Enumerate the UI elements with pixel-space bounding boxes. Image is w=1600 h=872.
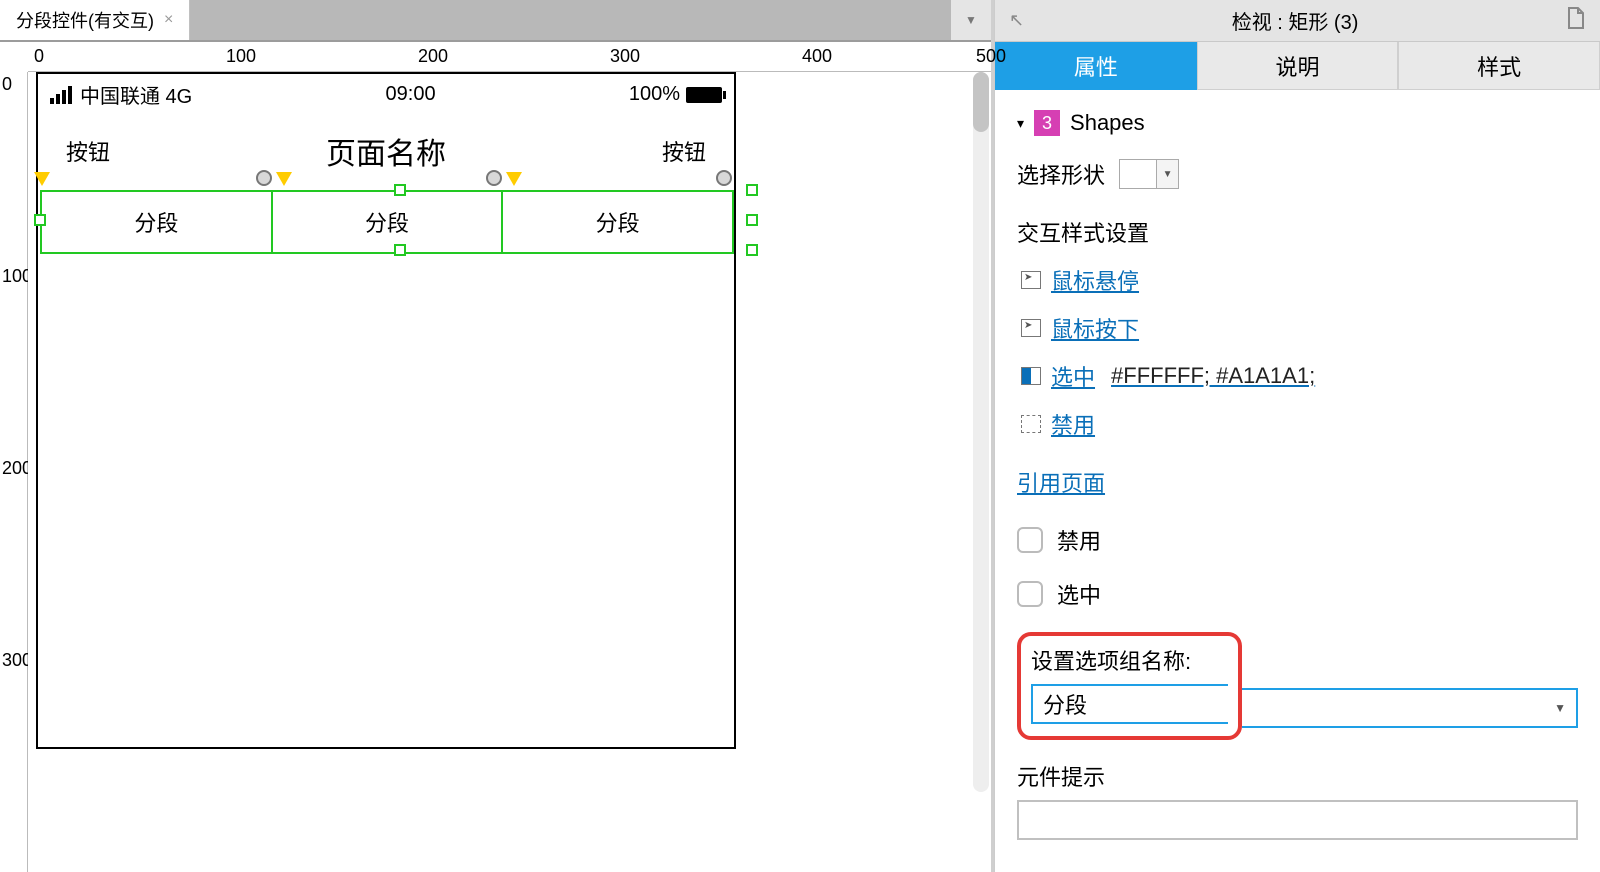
checkbox-selected[interactable] — [1017, 581, 1043, 607]
status-bar: 中国联通 4G 09:00 100% — [38, 74, 734, 115]
style-selected-link[interactable]: 选中 #FFFFFF; #A1A1A1; — [1021, 360, 1578, 392]
ruler-v-0: 0 — [2, 74, 12, 95]
inspector-panel: ↖ 检视 : 矩形 (3) 属性 说明 样式 ▾ 3 Shapes 选择形状 ▼ — [994, 0, 1600, 872]
nav-left-button[interactable]: 按钮 — [66, 135, 110, 167]
close-icon[interactable]: × — [164, 11, 173, 29]
group-name-label: 设置选项组名称: — [1031, 644, 1228, 676]
document-icon[interactable] — [1566, 7, 1586, 35]
scroll-thumb[interactable] — [973, 72, 989, 132]
checkbox-disabled-row[interactable]: 禁用 — [1017, 524, 1578, 556]
device-frame: 中国联通 4G 09:00 100% 按钮 页面名称 按钮 — [36, 72, 736, 749]
shape-dropdown[interactable]: ▼ — [1157, 159, 1179, 189]
guide-marker-icon — [34, 172, 50, 186]
guide-marker-icon — [506, 172, 522, 186]
tooltip-label: 元件提示 — [1017, 760, 1578, 792]
checkbox-selected-row[interactable]: 选中 — [1017, 578, 1578, 610]
inspector-title: 检视 : 矩形 (3) — [1024, 6, 1566, 35]
resize-handle[interactable] — [746, 244, 758, 256]
shapes-label: Shapes — [1070, 110, 1145, 136]
reference-page-link[interactable]: 引用页面 — [1017, 466, 1105, 498]
tab-properties[interactable]: 属性 — [995, 42, 1197, 90]
selected-values: #FFFFFF; #A1A1A1; — [1111, 363, 1315, 389]
shape-picker-row: 选择形状 ▼ — [1017, 158, 1578, 190]
canvas-area: 分段控件(有交互) × ▼ 0 100 200 300 400 500 0 10… — [0, 0, 994, 872]
segment-3[interactable]: 分段 — [503, 192, 732, 252]
tooltip-input[interactable] — [1017, 800, 1578, 840]
mousedown-icon — [1021, 319, 1041, 337]
disabled-icon — [1021, 415, 1041, 433]
resize-handle[interactable] — [746, 214, 758, 226]
footnote-icon — [256, 170, 272, 186]
guide-marker-icon — [276, 172, 292, 186]
page-tab[interactable]: 分段控件(有交互) × — [0, 0, 190, 40]
battery-pct: 100% — [629, 83, 680, 106]
horizontal-ruler: 0 100 200 300 400 500 — [28, 42, 991, 72]
checkbox-disabled-label: 禁用 — [1057, 524, 1101, 556]
mousedown-label: 鼠标按下 — [1051, 312, 1139, 344]
shape-picker-label: 选择形状 — [1017, 158, 1105, 190]
selected-icon — [1021, 367, 1041, 385]
battery-icon — [686, 87, 722, 103]
shape-swatch[interactable] — [1119, 159, 1157, 189]
style-disabled-link[interactable]: 禁用 — [1021, 408, 1578, 440]
segment-selection[interactable]: 分段 分段 分段 — [40, 190, 734, 254]
inspector-tabs: 属性 说明 样式 — [995, 42, 1600, 90]
segment-1[interactable]: 分段 — [42, 192, 273, 252]
app-root: 分段控件(有交互) × ▼ 0 100 200 300 400 500 0 10… — [0, 0, 1600, 872]
carrier-label: 中国联通 4G — [80, 80, 192, 109]
ruler-h-500: 500 — [976, 46, 1006, 67]
style-mousedown-link[interactable]: 鼠标按下 — [1021, 312, 1578, 344]
chevron-down-icon: ▼ — [1554, 701, 1566, 715]
tab-label: 分段控件(有交互) — [16, 7, 154, 33]
popout-icon[interactable]: ↖ — [1009, 10, 1024, 31]
resize-handle[interactable] — [746, 184, 758, 196]
ruler-h-0: 0 — [34, 46, 44, 67]
footnote-icon — [716, 170, 732, 186]
style-links: 鼠标悬停 鼠标按下 选中 #FFFFFF; #A1A1A1; 禁用 — [1017, 264, 1578, 440]
vertical-ruler: 0 100 200 300 — [0, 72, 28, 872]
inspector-body: ▾ 3 Shapes 选择形状 ▼ 交互样式设置 鼠标悬停 鼠标按下 选中 #FF… — [995, 90, 1600, 872]
resize-handle[interactable] — [394, 184, 406, 196]
shapes-summary[interactable]: ▾ 3 Shapes — [1017, 110, 1578, 136]
canvas-page[interactable]: 中国联通 4G 09:00 100% 按钮 页面名称 按钮 — [28, 72, 991, 872]
group-name-combo-right[interactable]: ▼ — [1242, 688, 1578, 728]
hover-label: 鼠标悬停 — [1051, 264, 1139, 296]
style-hover-link[interactable]: 鼠标悬停 — [1021, 264, 1578, 296]
page-title: 页面名称 — [326, 129, 446, 173]
disabled-label: 禁用 — [1051, 408, 1095, 440]
navbar: 按钮 页面名称 按钮 — [38, 115, 734, 187]
ruler-h-300: 300 — [610, 46, 640, 67]
footnote-icon — [486, 170, 502, 186]
group-name-combo-left[interactable]: 分段 — [1031, 684, 1228, 724]
tab-notes[interactable]: 说明 — [1197, 42, 1399, 90]
group-name-value: 分段 — [1043, 688, 1087, 720]
checkbox-selected-label: 选中 — [1057, 578, 1101, 610]
signal-icon — [50, 86, 72, 104]
resize-handle[interactable] — [34, 214, 46, 226]
selection-group-highlight: 设置选项组名称: 分段 — [1017, 632, 1242, 740]
inspector-header: ↖ 检视 : 矩形 (3) — [995, 0, 1600, 42]
segmented-control: 分段 分段 分段 — [40, 190, 734, 254]
chevron-down-icon[interactable]: ▾ — [1017, 115, 1024, 132]
tab-bar: 分段控件(有交互) × ▼ — [0, 0, 991, 42]
battery: 100% — [629, 83, 722, 106]
resize-handle[interactable] — [394, 244, 406, 256]
tab-style[interactable]: 样式 — [1398, 42, 1600, 90]
interaction-styles-heading: 交互样式设置 — [1017, 216, 1578, 248]
selection-count-badge: 3 — [1034, 110, 1060, 136]
vertical-scrollbar[interactable] — [973, 72, 989, 792]
ruler-h-100: 100 — [226, 46, 256, 67]
ruler-h-400: 400 — [802, 46, 832, 67]
ruler-h-200: 200 — [418, 46, 448, 67]
nav-right-button[interactable]: 按钮 — [662, 135, 706, 167]
selected-label: 选中 — [1051, 360, 1095, 392]
hover-icon — [1021, 271, 1041, 289]
selection-group-row: 设置选项组名称: 分段 ▼ — [1017, 632, 1578, 740]
time-label: 09:00 — [200, 83, 621, 106]
segment-2[interactable]: 分段 — [273, 192, 504, 252]
tab-dropdown[interactable]: ▼ — [951, 0, 991, 40]
checkbox-disabled[interactable] — [1017, 527, 1043, 553]
